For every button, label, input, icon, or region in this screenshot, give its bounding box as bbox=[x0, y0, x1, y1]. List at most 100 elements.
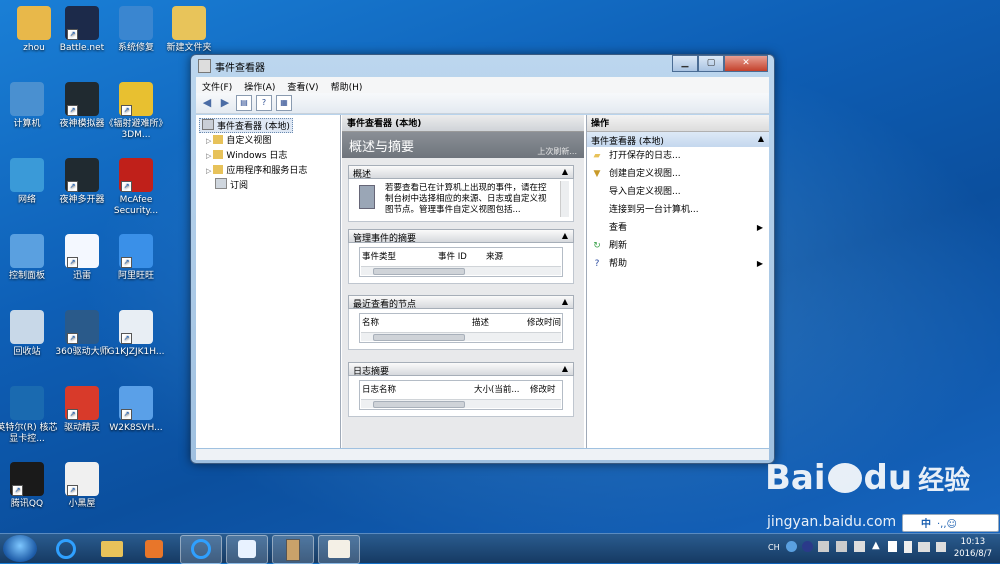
column-header[interactable]: 名称 bbox=[362, 316, 472, 328]
back-arrow-icon[interactable]: ◀ bbox=[200, 96, 214, 110]
toolbar: ◀ ▶ ▤ ? ▦ bbox=[196, 93, 769, 114]
shortcut-arrow-icon: ↗ bbox=[121, 257, 132, 268]
horizontal-scrollbar[interactable] bbox=[361, 266, 561, 275]
desktop-icon-image bbox=[10, 234, 44, 268]
action-item[interactable]: 查看 ▶ bbox=[587, 219, 769, 237]
ime-mode-label[interactable]: 中 bbox=[921, 519, 931, 530]
collapse-icon[interactable]: ▲ bbox=[562, 231, 568, 240]
properties-icon[interactable]: ▦ bbox=[276, 95, 292, 111]
action-label: 连接到另一台计算机... bbox=[609, 205, 699, 215]
column-header[interactable]: 事件类型 bbox=[362, 250, 438, 262]
action-item[interactable]: ▰ 打开保存的日志... bbox=[587, 147, 769, 165]
tray-icon[interactable] bbox=[786, 541, 797, 552]
desktop-icon-image: ↗ bbox=[65, 234, 99, 268]
action-item[interactable]: 导入自定义视图... bbox=[587, 183, 769, 201]
section-body: 若要查看已在计算机上出现的事件，请在控制台树中选择相应的来源、日志或自定义视图节… bbox=[348, 179, 574, 222]
action-item[interactable]: ? 帮助 ▶ bbox=[587, 255, 769, 273]
collapse-icon[interactable]: ▲ bbox=[562, 167, 568, 176]
column-header[interactable]: 修改时间 bbox=[527, 316, 561, 328]
event-viewer-taskbar-item[interactable] bbox=[272, 535, 314, 564]
column-header[interactable]: 日志名称 bbox=[362, 383, 474, 395]
tree-item-windows-logs[interactable]: ▷ Windows 日志 bbox=[206, 148, 287, 161]
collapse-icon[interactable]: ▲ bbox=[562, 297, 568, 306]
section-header[interactable]: 日志摘要 ▲ bbox=[348, 362, 574, 377]
tree-item-subscriptions[interactable]: 订阅 bbox=[215, 178, 248, 191]
tree-root-label: 事件查看器 (本地) bbox=[217, 122, 290, 132]
shortcut-arrow-icon: ↗ bbox=[67, 485, 78, 496]
battery-icon[interactable] bbox=[904, 541, 912, 553]
action-item[interactable]: 连接到另一台计算机... bbox=[587, 201, 769, 219]
column-header[interactable]: 来源 bbox=[486, 250, 503, 262]
last-refresh[interactable]: 上次刷新... bbox=[537, 146, 577, 157]
desktop-icon[interactable]: ↗ 小黑屋 bbox=[48, 462, 116, 510]
network-icon[interactable] bbox=[918, 542, 930, 552]
status-bar bbox=[196, 449, 769, 460]
ie-taskbar-icon[interactable] bbox=[46, 535, 86, 562]
show-hidden-icons[interactable]: ▲ bbox=[872, 540, 880, 551]
scroll-thumb[interactable] bbox=[373, 401, 465, 408]
action-item[interactable]: ▼ 创建自定义视图... bbox=[587, 165, 769, 183]
section-header[interactable]: 概述 ▲ bbox=[348, 165, 574, 180]
help-icon[interactable]: ? bbox=[256, 95, 272, 111]
language-indicator[interactable]: CH bbox=[768, 543, 780, 552]
desktop-icon[interactable]: ↗ W2K8SVH... bbox=[102, 386, 170, 434]
expand-icon[interactable]: ▷ bbox=[206, 152, 211, 160]
actions-group-header[interactable]: 事件查看器 (本地) ▲ bbox=[587, 132, 769, 147]
tray-icon[interactable] bbox=[854, 541, 865, 552]
minimize-button[interactable]: ▁ bbox=[672, 55, 698, 72]
desktop-icon[interactable]: ↗ 阿里旺旺 bbox=[102, 234, 170, 282]
expand-icon[interactable]: ▷ bbox=[206, 167, 211, 175]
volume-icon[interactable] bbox=[936, 542, 946, 552]
scroll-thumb[interactable] bbox=[373, 268, 465, 275]
maximize-button[interactable]: ▢ bbox=[698, 55, 724, 72]
scroll-thumb[interactable] bbox=[373, 334, 465, 341]
section-header[interactable]: 管理事件的摘要 ▲ bbox=[348, 229, 574, 244]
xunlei-taskbar-item[interactable] bbox=[226, 535, 268, 564]
ime-toolbar[interactable]: 中 ·,,☺ bbox=[902, 514, 999, 532]
tray-icon[interactable] bbox=[818, 541, 829, 552]
desktop-icon-image bbox=[10, 158, 44, 192]
column-header[interactable]: 描述 bbox=[472, 316, 527, 328]
tree-item-custom-views[interactable]: ▷ 自定义视图 bbox=[206, 133, 271, 146]
ime-symbols[interactable]: ·,,☺ bbox=[937, 519, 957, 530]
tree-root[interactable]: 事件查看器 (本地) bbox=[199, 118, 293, 133]
expand-icon[interactable]: ▷ bbox=[206, 137, 211, 145]
title-bar[interactable]: 事件查看器 ▁ ▢ ✕ bbox=[191, 55, 774, 75]
paint-taskbar-item[interactable] bbox=[318, 535, 360, 564]
show-hide-tree-icon[interactable]: ▤ bbox=[236, 95, 252, 111]
collapse-icon[interactable]: ▲ bbox=[562, 364, 568, 373]
flag-icon[interactable] bbox=[888, 541, 897, 552]
menu-file[interactable]: 文件(F) bbox=[196, 77, 238, 93]
ie-window-taskbar-item[interactable] bbox=[180, 535, 222, 564]
horizontal-scrollbar[interactable] bbox=[361, 399, 561, 408]
menu-help[interactable]: 帮助(H) bbox=[325, 77, 369, 93]
desktop-icon[interactable]: ↗ 《辐射避难所》3DM... bbox=[102, 82, 170, 141]
desktop-icon[interactable]: ↗ G1KJZJK1H... bbox=[102, 310, 170, 358]
column-header[interactable]: 修改时 bbox=[530, 383, 556, 395]
desktop-icon-image: ↗ bbox=[119, 386, 153, 420]
desktop-icon[interactable]: 新建文件夹 bbox=[155, 6, 223, 54]
column-header[interactable]: 事件 ID bbox=[438, 250, 486, 262]
clock[interactable]: 10:13 2016/8/7 bbox=[954, 536, 992, 560]
tray-icon[interactable] bbox=[836, 541, 847, 552]
start-button[interactable] bbox=[3, 535, 37, 562]
tree-item-app-service-logs[interactable]: ▷ 应用程序和服务日志 bbox=[206, 163, 307, 176]
vertical-scrollbar[interactable] bbox=[560, 181, 569, 217]
close-button[interactable]: ✕ bbox=[724, 55, 768, 72]
column-header[interactable]: 大小(当前... bbox=[474, 383, 530, 395]
forward-arrow-icon[interactable]: ▶ bbox=[218, 96, 232, 110]
section-header[interactable]: 最近查看的节点 ▲ bbox=[348, 295, 574, 310]
explorer-taskbar-icon[interactable] bbox=[92, 535, 132, 562]
desktop-icon-label: 新建文件夹 bbox=[166, 43, 212, 53]
help-tray-icon[interactable] bbox=[802, 541, 813, 552]
desktop-icon-label: G1KJZJK1H... bbox=[107, 347, 165, 357]
action-item[interactable]: ↻ 刷新 bbox=[587, 237, 769, 255]
folder-icon bbox=[213, 135, 224, 144]
menu-view[interactable]: 查看(V) bbox=[281, 77, 324, 93]
action-label: 创建自定义视图... bbox=[609, 169, 681, 179]
collapse-icon[interactable]: ▲ bbox=[758, 134, 764, 143]
menu-action[interactable]: 操作(A) bbox=[238, 77, 281, 93]
horizontal-scrollbar[interactable] bbox=[361, 332, 561, 341]
desktop-icon[interactable]: ↗ McAfee Security... bbox=[102, 158, 170, 217]
media-player-taskbar-icon[interactable] bbox=[134, 535, 174, 562]
